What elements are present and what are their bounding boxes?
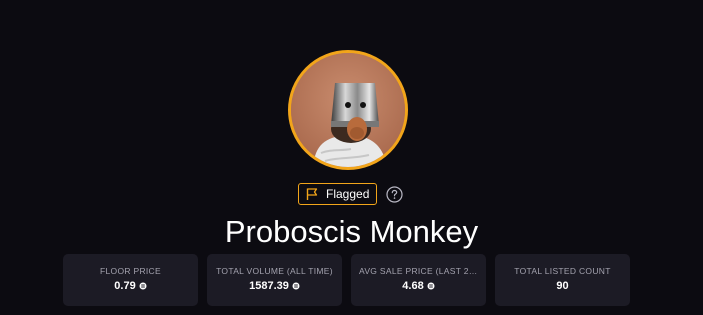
sol-icon bbox=[427, 282, 435, 290]
stat-value-text: 0.79 bbox=[114, 280, 136, 292]
stat-value: 0.79 bbox=[71, 279, 190, 293]
stat-label: TOTAL VOLUME (ALL TIME) bbox=[216, 266, 333, 276]
stat-value-text: 90 bbox=[556, 280, 569, 292]
sol-icon bbox=[139, 282, 147, 290]
stat-label: FLOOR PRICE bbox=[100, 266, 161, 276]
stat-value: 4.68 bbox=[359, 279, 478, 293]
flagged-badge[interactable]: Flagged bbox=[298, 183, 378, 205]
stat-value-text: 1587.39 bbox=[249, 280, 289, 292]
collection-avatar bbox=[288, 50, 408, 170]
flagged-label: Flagged bbox=[326, 187, 370, 201]
flag-row: Flagged bbox=[298, 182, 403, 206]
stat-card-avg-sale-price: AVG SALE PRICE (LAST 24H) 4.68 bbox=[351, 254, 486, 306]
sol-icon bbox=[292, 282, 300, 290]
stat-value-text: 4.68 bbox=[402, 280, 424, 292]
stat-value: 1587.39 bbox=[215, 279, 334, 293]
flag-icon bbox=[305, 187, 319, 201]
collection-title: Proboscis Monkey bbox=[224, 214, 479, 249]
stat-value: 90 bbox=[503, 279, 622, 293]
stat-label: AVG SALE PRICE (LAST 24H) bbox=[359, 266, 478, 276]
stat-card-total-listed-count: TOTAL LISTED COUNT 90 bbox=[495, 254, 630, 306]
stat-card-total-volume: TOTAL VOLUME (ALL TIME) 1587.39 bbox=[207, 254, 342, 306]
stat-card-floor-price: FLOOR PRICE 0.79 bbox=[63, 254, 198, 306]
stat-label: TOTAL LISTED COUNT bbox=[514, 266, 611, 276]
question-circle-icon[interactable] bbox=[386, 185, 403, 203]
